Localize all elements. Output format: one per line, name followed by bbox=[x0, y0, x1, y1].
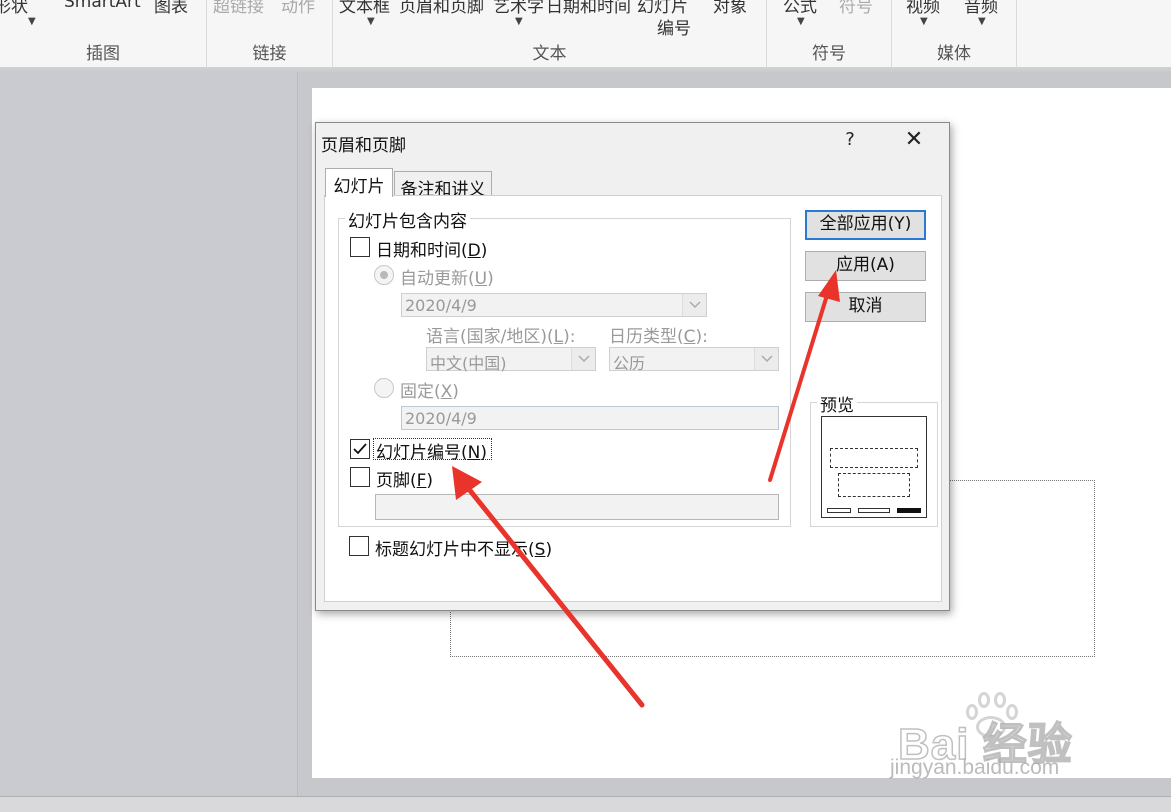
footer-text-field[interactable] bbox=[375, 494, 779, 520]
shapes-button[interactable]: 形状 ▼ bbox=[0, 0, 36, 27]
ribbon-group-label: 插图 bbox=[86, 44, 120, 64]
slide-number-button[interactable]: 幻灯片 编号 bbox=[637, 0, 691, 39]
watermark-site: jingyan.baidu.com bbox=[890, 756, 1060, 779]
preview-label: 预览 bbox=[817, 391, 857, 416]
chevron-down-icon bbox=[682, 294, 706, 316]
footer-label[interactable]: 页脚(F) bbox=[376, 466, 433, 491]
textbox-button[interactable]: 文本框 ▼ bbox=[339, 0, 390, 27]
slide-number-checkbox[interactable] bbox=[350, 439, 370, 459]
date-time-label[interactable]: 日期和时间(D) bbox=[376, 236, 487, 261]
object-button[interactable]: 对象 bbox=[713, 0, 747, 17]
language-select[interactable]: 中文(中国) bbox=[426, 347, 596, 373]
ribbon-group-label: 文本 bbox=[532, 44, 567, 64]
wordart-button[interactable]: 艺术字 ▼ bbox=[493, 0, 544, 27]
chevron-down-icon bbox=[754, 348, 778, 370]
ribbon-group-links: 超链接 动作 链接 bbox=[207, 0, 333, 68]
ribbon-group-media: 视频 ▼ 音频 ▼ 媒体 bbox=[892, 0, 1017, 68]
help-icon[interactable]: ? bbox=[839, 129, 861, 153]
baidu-watermark: Bai 经验 jingyan.baidu.com bbox=[880, 690, 1170, 790]
header-footer-dialog: 页眉和页脚 ? ✕ 幻灯片 备注和讲义 幻灯片包含内容 日期和时间(D) 自动更… bbox=[315, 122, 950, 611]
checkmark-icon bbox=[353, 443, 367, 455]
fixed-date-field[interactable]: 2020/4/9 bbox=[401, 406, 779, 430]
include-on-slide-group: 幻灯片包含内容 日期和时间(D) 自动更新(U) 2020/4/9 语言(国家/… bbox=[338, 207, 791, 527]
slide-thumbnail-pane[interactable] bbox=[0, 72, 298, 796]
tab-panel: 幻灯片包含内容 日期和时间(D) 自动更新(U) 2020/4/9 语言(国家/… bbox=[324, 195, 942, 602]
chart-button[interactable]: 图表 bbox=[154, 0, 188, 17]
preview-body-box bbox=[838, 473, 910, 497]
auto-update-radio[interactable] bbox=[374, 265, 394, 285]
ribbon-group-label: 媒体 bbox=[937, 44, 971, 64]
video-button[interactable]: 视频 ▼ bbox=[906, 0, 940, 27]
ribbon: 形状 ▼ SmartArt 图表 插图 超链接 动作 链接 文本框 ▼ 页眉和页脚 … bbox=[0, 0, 1171, 68]
tab-notes-handouts[interactable]: 备注和讲义 bbox=[394, 171, 492, 200]
date-format-select[interactable]: 2020/4/9 bbox=[401, 293, 707, 317]
footer-checkbox[interactable] bbox=[350, 467, 370, 487]
dialog-title: 页眉和页脚 bbox=[321, 136, 406, 156]
chevron-down-icon bbox=[571, 348, 595, 370]
preview-slide-number-placeholder bbox=[897, 508, 921, 513]
preview-thumbnail bbox=[821, 416, 927, 518]
fixed-label: 固定(X) bbox=[400, 382, 459, 402]
language-label: 语言(国家/地区)(L): bbox=[426, 327, 576, 347]
slide-number-label[interactable]: 幻灯片编号(N) bbox=[376, 438, 487, 463]
close-icon[interactable]: ✕ bbox=[902, 129, 926, 153]
hide-on-title-slide-checkbox[interactable] bbox=[349, 536, 369, 556]
group-title: 幻灯片包含内容 bbox=[345, 207, 470, 232]
apply-to-all-button[interactable]: 全部应用(Y) bbox=[805, 210, 926, 240]
preview-date-placeholder bbox=[827, 508, 851, 513]
date-time-button[interactable]: 日期和时间 bbox=[546, 0, 631, 17]
symbol-button[interactable]: 符号 bbox=[839, 0, 873, 17]
hyperlink-button[interactable]: 超链接 bbox=[213, 0, 264, 17]
date-time-checkbox[interactable] bbox=[350, 237, 370, 257]
action-button[interactable]: 动作 bbox=[281, 0, 315, 17]
preview-group: 预览 bbox=[810, 391, 938, 527]
smartart-button[interactable]: SmartArt bbox=[64, 0, 141, 12]
ribbon-group-illustrations: 形状 ▼ SmartArt 图表 插图 bbox=[0, 0, 207, 68]
audio-button[interactable]: 音频 ▼ bbox=[964, 0, 998, 27]
equation-button[interactable]: 公式 ▼ bbox=[783, 0, 817, 27]
cancel-button[interactable]: 取消 bbox=[805, 292, 926, 322]
ribbon-group-label: 链接 bbox=[252, 44, 287, 64]
tab-slide[interactable]: 幻灯片 bbox=[325, 168, 393, 197]
apply-button[interactable]: 应用(A) bbox=[805, 251, 926, 281]
hide-on-title-slide-label[interactable]: 标题幻灯片中不显示(S) bbox=[375, 535, 552, 560]
ribbon-group-label: 符号 bbox=[812, 44, 846, 64]
auto-update-label: 自动更新(U) bbox=[400, 269, 494, 289]
calendar-type-select[interactable]: 公历 bbox=[609, 347, 779, 373]
ribbon-group-text: 文本框 ▼ 页眉和页脚 艺术字 ▼ 日期和时间 幻灯片 编号 对象 文本 bbox=[333, 0, 767, 68]
ribbon-group-symbols: 公式 ▼ 符号 符号 bbox=[767, 0, 892, 68]
preview-footer-placeholder bbox=[858, 508, 890, 513]
preview-title-box bbox=[830, 448, 918, 468]
status-bar bbox=[0, 796, 1171, 812]
header-footer-button[interactable]: 页眉和页脚 bbox=[399, 0, 484, 17]
fixed-radio[interactable] bbox=[374, 378, 394, 398]
calendar-type-label: 日历类型(C): bbox=[609, 327, 708, 347]
